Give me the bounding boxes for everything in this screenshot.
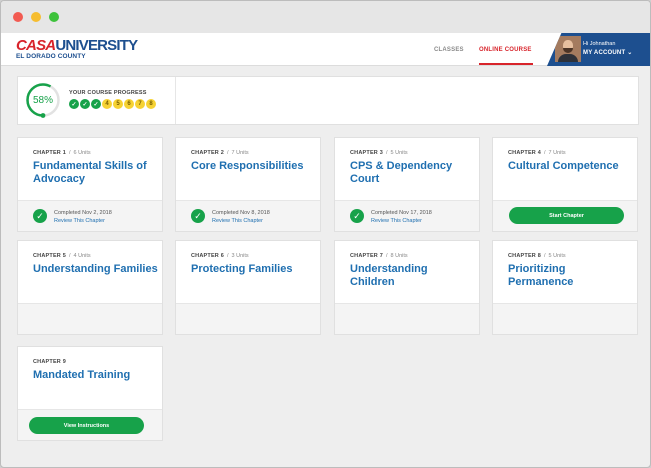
chapter-card-8: CHAPTER 8/5 Units Prioritizing Permanenc… (492, 240, 638, 335)
account-greeting: Hi Johnathan (583, 41, 616, 47)
close-window-icon[interactable] (13, 12, 23, 22)
logo-university: UNIVERSITY (55, 37, 138, 54)
step-4: 4 (102, 99, 112, 109)
chapter-footer (176, 303, 320, 334)
avatar (555, 36, 581, 62)
chapter-title[interactable]: Understanding Children (350, 263, 475, 289)
minimize-window-icon[interactable] (31, 12, 41, 22)
chapter-footer: ✓ Completed Nov 2, 2018 Review This Chap… (18, 200, 162, 231)
chapter-title[interactable]: Cultural Competence (508, 160, 633, 173)
step-5: 5 (113, 99, 123, 109)
step-7: 7 (135, 99, 145, 109)
completed-date: Completed Nov 2, 2018 (54, 210, 112, 216)
chapter-footer: ✓ Completed Nov 17, 2018 Review This Cha… (335, 200, 479, 231)
nav-active-indicator (479, 63, 533, 65)
chapter-title[interactable]: Prioritizing Permanence (508, 263, 633, 289)
chapter-meta: CHAPTER 7/8 Units (350, 253, 408, 259)
chapter-title[interactable]: Mandated Training (33, 369, 158, 382)
casa-university-logo[interactable]: CASAUNIVERSITY EL DORADO COUNTY (16, 37, 138, 61)
chapter-meta: CHAPTER 9 (33, 359, 66, 365)
chapter-card-1: CHAPTER 1/6 Units Fundamental Skills of … (17, 137, 163, 232)
start-chapter-button[interactable]: Start Chapter (509, 207, 624, 224)
chapter-steps: ✓ ✓ ✓ 4 5 6 7 8 (69, 99, 156, 109)
step-6: 6 (124, 99, 134, 109)
check-icon: ✓ (350, 209, 364, 223)
chapter-card-5: CHAPTER 5/4 Units Understanding Families (17, 240, 163, 335)
chapter-title[interactable]: Protecting Families (191, 263, 316, 276)
my-account-label: MY ACCOUNT ⌄ (583, 50, 633, 56)
chapter-meta: CHAPTER 4/7 Units (508, 150, 566, 156)
logo-subtitle: EL DORADO COUNTY (16, 53, 86, 60)
progress-divider (175, 77, 176, 124)
chapter-meta: CHAPTER 1/6 Units (33, 150, 91, 156)
maximize-window-icon[interactable] (49, 12, 59, 22)
chapter-meta: CHAPTER 5/4 Units (33, 253, 91, 259)
account-menu[interactable]: Hi Johnathan MY ACCOUNT ⌄ (547, 33, 650, 66)
chapter-footer (335, 303, 479, 334)
chapter-title[interactable]: CPS & Dependency Court (350, 160, 475, 186)
chapter-footer (18, 303, 162, 334)
chapter-footer: View Instructions (18, 409, 162, 440)
chapter-meta: CHAPTER 6/3 Units (191, 253, 249, 259)
chapter-card-3: CHAPTER 3/5 Units CPS & Dependency Court… (334, 137, 480, 232)
site-header: CASAUNIVERSITY EL DORADO COUNTY CLASSES … (1, 33, 650, 66)
chapter-card-6: CHAPTER 6/3 Units Protecting Families (175, 240, 321, 335)
completed-date: Completed Nov 8, 2018 (212, 210, 270, 216)
review-chapter-link[interactable]: Review This Chapter (54, 218, 105, 224)
chapter-footer: Start Chapter (493, 200, 637, 231)
chapter-title[interactable]: Core Responsibilities (191, 160, 316, 173)
progress-title: YOUR COURSE PROGRESS (69, 90, 147, 96)
step-8: 8 (146, 99, 156, 109)
course-progress-panel: 58% YOUR COURSE PROGRESS ✓ ✓ ✓ 4 5 6 7 8 (17, 76, 639, 125)
completed-date: Completed Nov 17, 2018 (371, 210, 432, 216)
browser-window: CASAUNIVERSITY EL DORADO COUNTY CLASSES … (0, 0, 651, 468)
chapter-footer (493, 303, 637, 334)
chapter-meta: CHAPTER 2/7 Units (191, 150, 249, 156)
chapter-card-7: CHAPTER 7/8 Units Understanding Children (334, 240, 480, 335)
chapter-card-2: CHAPTER 2/7 Units Core Responsibilities … (175, 137, 321, 232)
review-chapter-link[interactable]: Review This Chapter (371, 218, 422, 224)
chapter-card-9: CHAPTER 9 Mandated Training View Instruc… (17, 346, 163, 441)
step-1-check-icon: ✓ (69, 99, 79, 109)
nav-classes[interactable]: CLASSES (434, 33, 464, 66)
progress-percent: 58% (32, 94, 53, 106)
chevron-down-icon: ⌄ (627, 50, 633, 56)
chapter-title[interactable]: Understanding Families (33, 263, 158, 276)
review-chapter-link[interactable]: Review This Chapter (212, 218, 263, 224)
logo-casa: CASA (16, 37, 56, 54)
chapter-card-4: CHAPTER 4/7 Units Cultural Competence St… (492, 137, 638, 232)
chapter-meta: CHAPTER 3/5 Units (350, 150, 408, 156)
step-2-check-icon: ✓ (80, 99, 90, 109)
view-instructions-button[interactable]: View Instructions (29, 417, 144, 434)
chapter-meta: CHAPTER 8/5 Units (508, 253, 566, 259)
window-titlebar (1, 1, 650, 33)
check-icon: ✓ (33, 209, 47, 223)
check-icon: ✓ (191, 209, 205, 223)
chapter-title[interactable]: Fundamental Skills of Advocacy (33, 160, 158, 186)
nav-online-course[interactable]: ONLINE COURSE (479, 33, 532, 66)
logo-wordmark: CASAUNIVERSITY (16, 37, 138, 54)
step-3-check-icon: ✓ (91, 99, 101, 109)
chapter-footer: ✓ Completed Nov 8, 2018 Review This Chap… (176, 200, 320, 231)
